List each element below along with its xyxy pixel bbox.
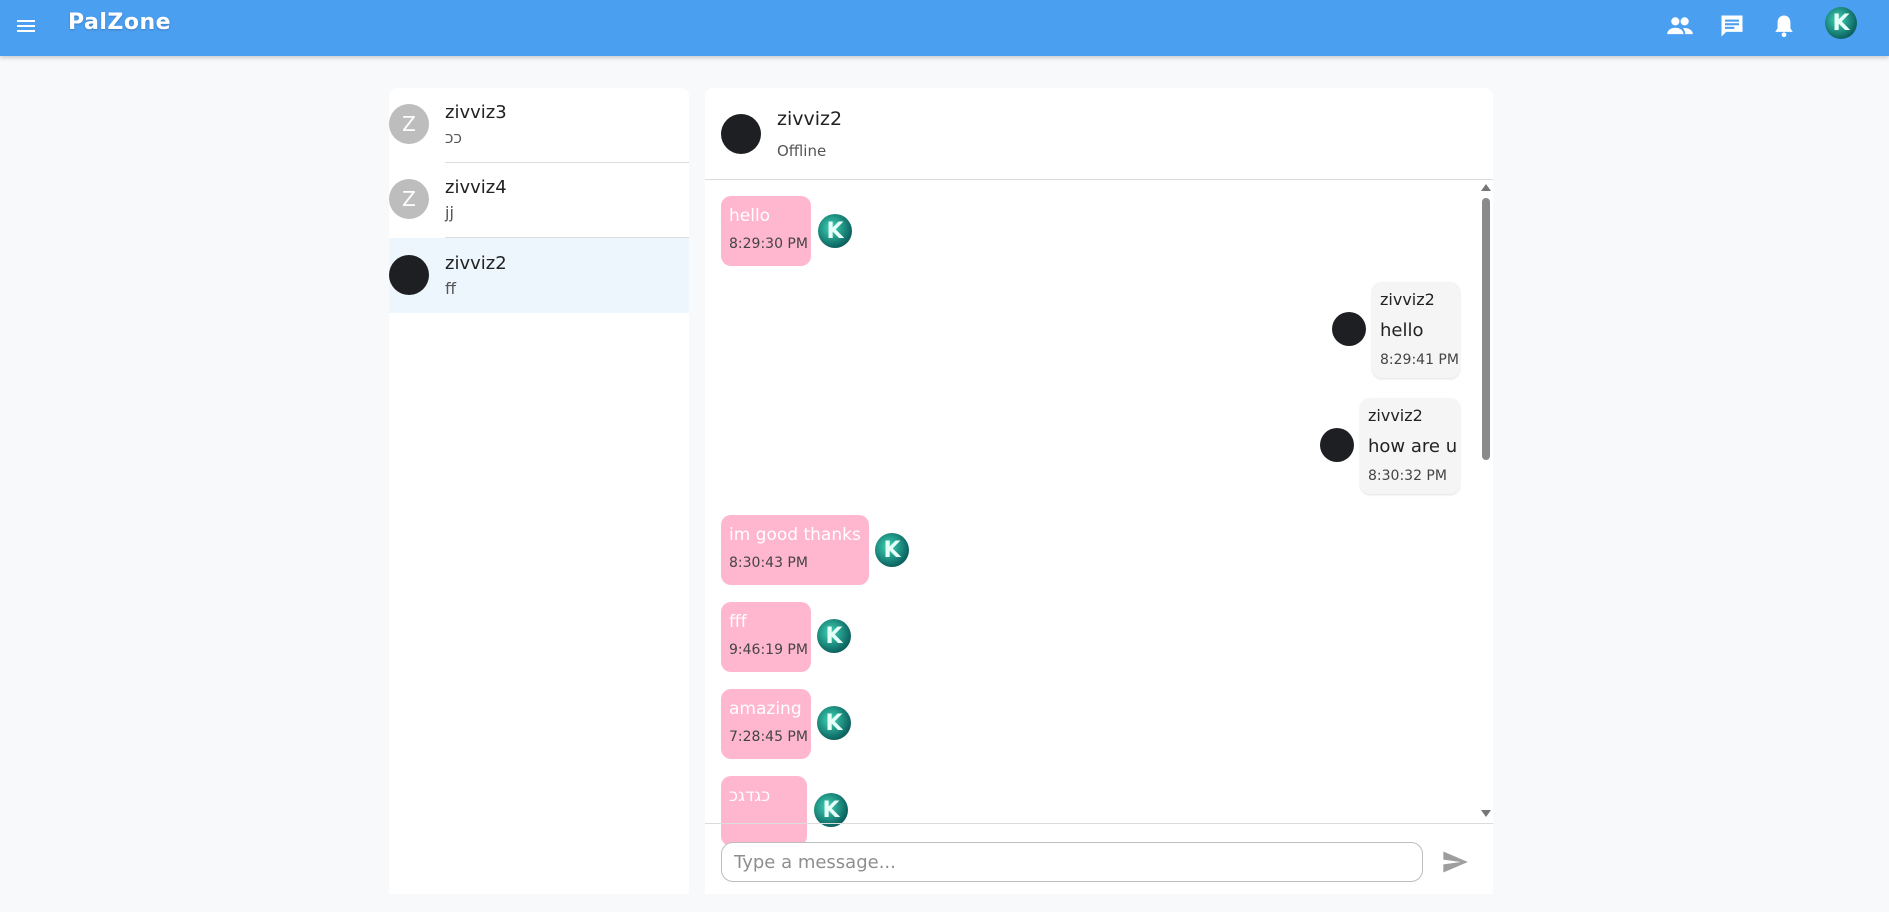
conversation-item-selected[interactable]: zivviz2 ff [389,238,689,313]
divider [705,823,1493,824]
chat-header-status: Offline [777,142,827,160]
message-input[interactable] [721,842,1423,882]
message-bubble-outgoing: amazing 7:28:45 PM [721,689,811,759]
message-time: 9:46:19 PM [729,642,808,658]
conversation-name: zivviz3 [445,102,507,123]
message-text: כגדגכ [729,786,771,806]
avatar: K [817,619,851,653]
message-bubble-outgoing: fff 9:46:19 PM [721,602,811,672]
avatar [389,255,429,295]
conversation-last-message: jj [445,203,454,222]
message-time: 8:29:30 PM [729,236,808,252]
message-text: hello [729,206,771,226]
avatar: Z [389,104,429,144]
message-text: amazing [729,699,802,719]
menu-icon[interactable] [14,14,38,38]
message-list: hello 8:29:30 PM K zivviz2 hello 8:29:41… [705,180,1493,912]
message-scrollbar[interactable] [1479,180,1493,820]
conversation-item[interactable]: Z zivviz4 jj [389,163,689,238]
message-time: 7:28:45 PM [729,729,808,745]
message-time: 8:29:41 PM [1380,352,1459,368]
message-time: 8:30:32 PM [1368,468,1447,484]
conversation-item[interactable]: Z zivviz3 ככ [389,88,689,163]
conversation-name: zivviz4 [445,177,507,198]
message-bubble-incoming: zivviz2 hello 8:29:41 PM [1372,282,1460,378]
message-bubble-outgoing: hello 8:29:30 PM [721,196,811,266]
avatar: K [818,214,852,248]
message-sender: zivviz2 [1368,406,1423,425]
scroll-up-icon[interactable] [1481,184,1491,191]
avatar: K [817,706,851,740]
avatar: Z [389,179,429,219]
message-text: how are u [1368,436,1458,457]
message-bubble-incoming: zivviz2 how are u 8:30:32 PM [1360,398,1460,494]
message-text: fff [729,612,747,632]
send-icon[interactable] [1441,848,1469,876]
message-time: 8:30:43 PM [729,555,808,571]
avatar [1320,428,1354,462]
user-avatar[interactable]: K [1825,7,1857,39]
conversation-last-message: ככ [445,128,462,147]
app-title[interactable]: PalZone [68,10,171,35]
friends-icon[interactable] [1666,12,1694,40]
message-text: hello [1380,320,1424,341]
conversation-list: Z zivviz3 ככ Z zivviz4 jj zivviz2 ff [389,88,689,894]
avatar: K [875,533,909,567]
message-bubble-outgoing: כגדגכ [721,776,807,846]
message-text: im good thanks [729,525,861,545]
avatar [1332,312,1366,346]
notifications-icon[interactable] [1770,12,1798,40]
scrollbar-thumb[interactable] [1482,198,1490,460]
scroll-down-icon[interactable] [1481,810,1491,817]
avatar: K [814,793,848,827]
chat-panel: zivviz2 Offline hello 8:29:30 PM K zivvi… [705,88,1493,894]
chat-header-avatar [721,114,761,154]
message-bubble-outgoing: im good thanks 8:30:43 PM [721,515,869,585]
message-sender: zivviz2 [1380,290,1435,309]
conversation-name: zivviz2 [445,253,507,274]
chat-header-name: zivviz2 [777,108,843,130]
conversation-last-message: ff [445,279,457,298]
app-bar: PalZone K [0,0,1889,56]
chat-icon[interactable] [1718,12,1746,40]
